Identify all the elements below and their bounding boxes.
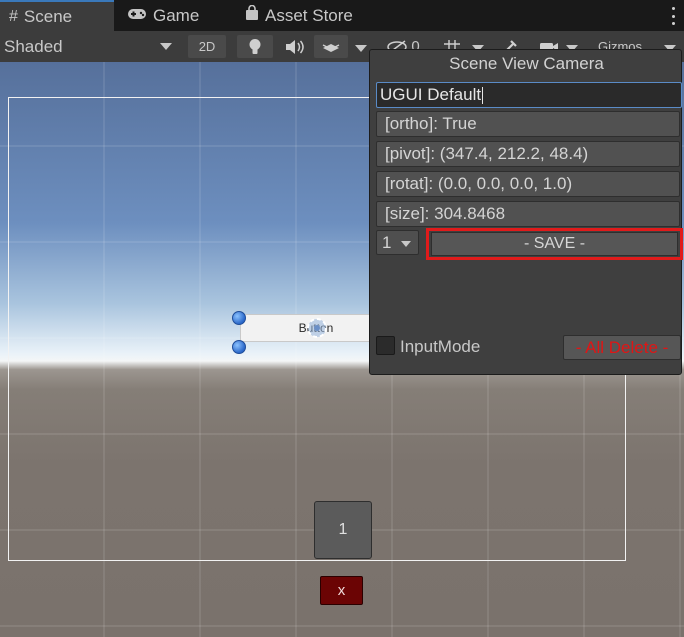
speaker-icon [286, 39, 304, 54]
number-tile[interactable]: 1 [314, 501, 372, 559]
tab-game[interactable]: Game [127, 0, 199, 31]
close-button[interactable]: x [320, 576, 363, 605]
scene-view-camera-panel: Scene View Camera UGUI Default [ortho]: … [369, 49, 683, 375]
slot-dropdown[interactable]: 1 [376, 230, 419, 255]
shopping-bag-icon [245, 4, 259, 26]
size-field[interactable]: [size]: 304.8468 [376, 201, 680, 227]
panel-title: Scene View Camera [449, 54, 604, 73]
resize-handle-bottom-left[interactable] [232, 340, 246, 354]
more-options-icon[interactable] [670, 7, 676, 25]
save-button-label: - SAVE - [523, 235, 586, 252]
toggle-2d-button[interactable]: 2D [188, 35, 226, 58]
audio-toggle[interactable] [277, 35, 311, 58]
number-tile-label: 1 [338, 521, 348, 538]
pivot-gizmo-icon[interactable] [298, 312, 336, 344]
gamepad-icon [127, 7, 147, 25]
shading-mode-value: Shaded [4, 36, 63, 56]
chevron-down-icon [401, 241, 411, 247]
input-mode-label: InputMode [400, 337, 481, 356]
size-value: [size]: 304.8468 [385, 204, 506, 223]
close-button-label: x [337, 582, 346, 599]
lighting-toggle[interactable] [237, 35, 273, 58]
grid-icon: # [9, 7, 18, 25]
window-tab-bar: # Scene Game Asset Store [0, 0, 684, 31]
toggle-2d-label: 2D [198, 39, 216, 54]
ortho-value: [ortho]: True [385, 114, 477, 133]
camera-name-input[interactable]: UGUI Default [376, 82, 682, 108]
pivot-value: [pivot]: (347.4, 212.2, 48.4) [385, 144, 589, 163]
save-button[interactable]: - SAVE - [426, 228, 683, 260]
save-button-face: - SAVE - [431, 232, 678, 256]
camera-name-value: UGUI Default [380, 85, 482, 104]
rotation-value: [rotat]: (0.0, 0.0, 0.0, 1.0) [385, 174, 573, 193]
tab-game-label: Game [153, 5, 200, 25]
layers-icon [322, 43, 340, 52]
shading-mode-dropdown[interactable]: Shaded [0, 31, 180, 62]
rotation-field[interactable]: [rotat]: (0.0, 0.0, 0.0, 1.0) [376, 171, 680, 197]
effects-toggle[interactable] [314, 35, 348, 58]
tab-asset-store-label: Asset Store [265, 5, 353, 25]
pivot-field[interactable]: [pivot]: (347.4, 212.2, 48.4) [376, 141, 680, 167]
resize-handle-top-left[interactable] [232, 311, 246, 325]
all-delete-label: - All Delete - [575, 337, 669, 357]
ortho-field[interactable]: [ortho]: True [376, 111, 680, 137]
tab-scene[interactable]: # Scene [0, 0, 114, 31]
lightbulb-icon [249, 38, 261, 54]
all-delete-button[interactable]: - All Delete - [563, 335, 681, 360]
slot-value: 1 [382, 232, 392, 252]
tab-asset-store[interactable]: Asset Store [245, 0, 353, 31]
input-mode-checkbox[interactable] [376, 336, 395, 355]
chevron-down-icon[interactable] [355, 45, 367, 52]
chevron-down-icon [160, 43, 172, 50]
text-cursor [482, 86, 484, 104]
tab-scene-label: Scene [23, 6, 73, 26]
